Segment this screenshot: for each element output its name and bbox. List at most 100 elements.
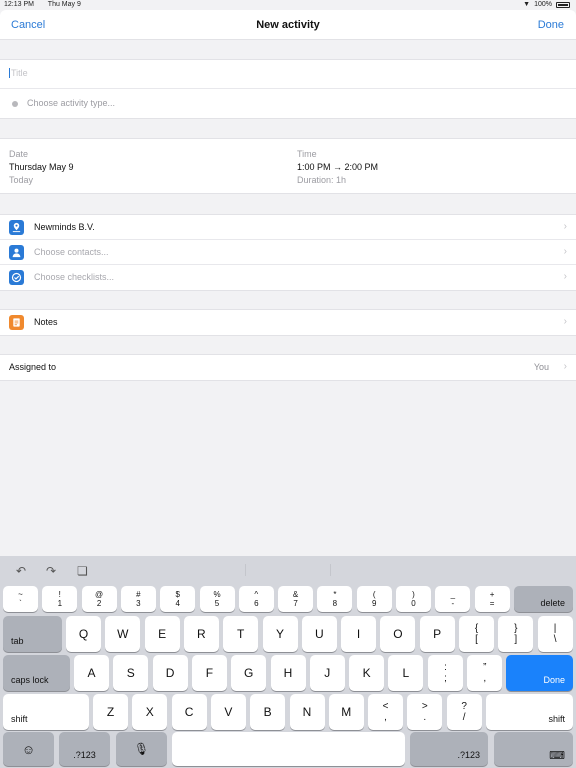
letter-key[interactable]: R <box>183 616 219 652</box>
date-value: Thursday May 9 <box>9 162 74 172</box>
letter-key[interactable]: Y <box>262 616 298 652</box>
date-block[interactable]: Date Thursday May 9 Today <box>9 148 74 187</box>
key-bottom-char: 7 <box>293 599 298 608</box>
number-key[interactable]: + = <box>474 586 510 612</box>
letter-key[interactable]: T <box>223 616 259 652</box>
chevron-right-icon: › <box>563 246 567 257</box>
letter-key[interactable]: A <box>74 655 109 691</box>
status-date: Thu May 9 <box>47 1 81 8</box>
title-input[interactable] <box>9 68 559 78</box>
letter-key[interactable]: L <box>388 655 424 691</box>
date-label: Date <box>9 149 29 159</box>
number-key[interactable]: ! 1 <box>42 586 78 612</box>
letter-key[interactable]: M <box>328 694 364 730</box>
datetime-section[interactable]: Date Thursday May 9 Today Time 1:00 PM →… <box>0 138 576 194</box>
number-key[interactable]: % 5 <box>199 586 235 612</box>
letter-key[interactable]: E <box>144 616 180 652</box>
symbol-key[interactable]: }] <box>498 616 534 652</box>
letter-key[interactable]: K <box>349 655 385 691</box>
number-key[interactable]: _ - <box>435 586 471 612</box>
assigned-section: Assigned to You › <box>0 354 576 381</box>
microphone-icon[interactable]: 🎙 <box>116 732 167 766</box>
space-key[interactable] <box>172 732 405 766</box>
letter-key[interactable]: P <box>419 616 455 652</box>
tab-key[interactable]: tab <box>3 616 62 652</box>
contacts-row[interactable]: Choose contacts... › <box>0 240 576 265</box>
symbol-key[interactable]: | \ <box>537 616 573 652</box>
number-key[interactable]: @2 <box>81 586 117 612</box>
number-key[interactable]: * 8 <box>317 586 353 612</box>
letter-key[interactable]: Q <box>66 616 101 652</box>
key-top-char: @ <box>95 590 104 599</box>
key-bottom-char: ] <box>514 634 518 645</box>
key-top-char: ! <box>58 590 61 599</box>
title-row <box>0 60 576 89</box>
key-top-char: $ <box>175 590 180 599</box>
letter-key[interactable]: V <box>210 694 246 730</box>
keyboard-hide-icon[interactable]: ⌨ <box>494 732 573 766</box>
letter-key[interactable]: X <box>132 694 168 730</box>
key-top-char: ? <box>461 701 467 712</box>
assigned-label: Assigned to <box>9 362 57 372</box>
key-bottom-char: 9 <box>371 599 377 608</box>
organization-row[interactable]: Newminds B.V. › <box>0 215 576 240</box>
number-key[interactable]: ) 0 <box>396 586 431 612</box>
keyboard-done-key[interactable]: Done <box>506 655 573 691</box>
letter-key[interactable]: N <box>289 694 325 730</box>
number-key[interactable]: ^ 6 <box>238 586 274 612</box>
letter-key[interactable]: H <box>270 655 306 691</box>
paste-icon[interactable]: ❏ <box>77 564 88 578</box>
time-sub: Duration: 1h <box>297 175 347 185</box>
contacts-placeholder: Choose contacts... <box>34 247 109 257</box>
number-key[interactable]: #3 <box>120 586 156 612</box>
shift-left-key[interactable]: shift <box>3 694 89 730</box>
letter-key[interactable]: S <box>113 655 149 691</box>
key-bottom-char: 6 <box>254 599 259 608</box>
notes-row[interactable]: Notes › <box>0 310 576 335</box>
key-bottom-char: 0 <box>411 599 416 608</box>
key-top-char: + <box>489 590 495 599</box>
symbol-key[interactable]: ”, <box>467 655 503 691</box>
letter-key[interactable]: U <box>301 616 337 652</box>
number-key[interactable]: ~ ` <box>3 586 38 612</box>
letter-key[interactable]: C <box>171 694 207 730</box>
letter-key[interactable]: J <box>309 655 345 691</box>
numbers-key-right[interactable]: .?123 <box>410 732 488 766</box>
letter-key[interactable]: D <box>152 655 188 691</box>
notes-icon <box>9 315 24 330</box>
chevron-right-icon: › <box>563 316 567 327</box>
letter-key[interactable]: O <box>380 616 416 652</box>
activity-type-row[interactable]: Choose activity type... <box>0 89 576 118</box>
symbol-key[interactable]: <, <box>368 694 403 730</box>
letter-key[interactable]: F <box>191 655 227 691</box>
letter-key[interactable]: I <box>341 616 377 652</box>
key-top-char: ” <box>483 662 487 673</box>
letter-key[interactable]: W <box>105 616 141 652</box>
key-top-char: ( <box>372 590 376 599</box>
assigned-row[interactable]: Assigned to You › <box>0 355 576 380</box>
shift-right-key[interactable]: shift <box>486 694 573 730</box>
checklists-placeholder: Choose checklists... <box>34 272 115 282</box>
undo-icon[interactable]: ↶ <box>16 564 26 578</box>
checklist-icon <box>9 270 24 285</box>
caps-lock-key[interactable]: caps lock <box>3 655 70 691</box>
done-button[interactable]: Done <box>538 19 564 31</box>
symbol-key[interactable]: ? / <box>446 694 482 730</box>
letter-key[interactable]: G <box>231 655 267 691</box>
numbers-key-left[interactable]: .?123 <box>59 732 110 766</box>
checklists-row[interactable]: Choose checklists... › <box>0 265 576 290</box>
key-top-char: > <box>421 701 428 712</box>
key-bottom-char: [ <box>475 634 478 645</box>
letter-key[interactable]: Z <box>93 694 128 730</box>
symbol-key[interactable]: >. <box>407 694 443 730</box>
number-key[interactable]: $4 <box>160 586 196 612</box>
letter-key[interactable]: B <box>250 694 286 730</box>
emoji-icon[interactable]: ☺ <box>3 732 54 766</box>
number-key[interactable]: (9 <box>356 586 392 612</box>
redo-icon[interactable]: ↷ <box>46 564 56 578</box>
number-key[interactable]: & 7 <box>278 586 314 612</box>
symbol-key[interactable]: :; <box>428 655 463 691</box>
delete-key[interactable]: delete <box>514 586 573 612</box>
symbol-key[interactable]: {[ <box>459 616 494 652</box>
time-block[interactable]: Time 1:00 PM → 2:00 PM Duration: 1h <box>297 148 378 187</box>
